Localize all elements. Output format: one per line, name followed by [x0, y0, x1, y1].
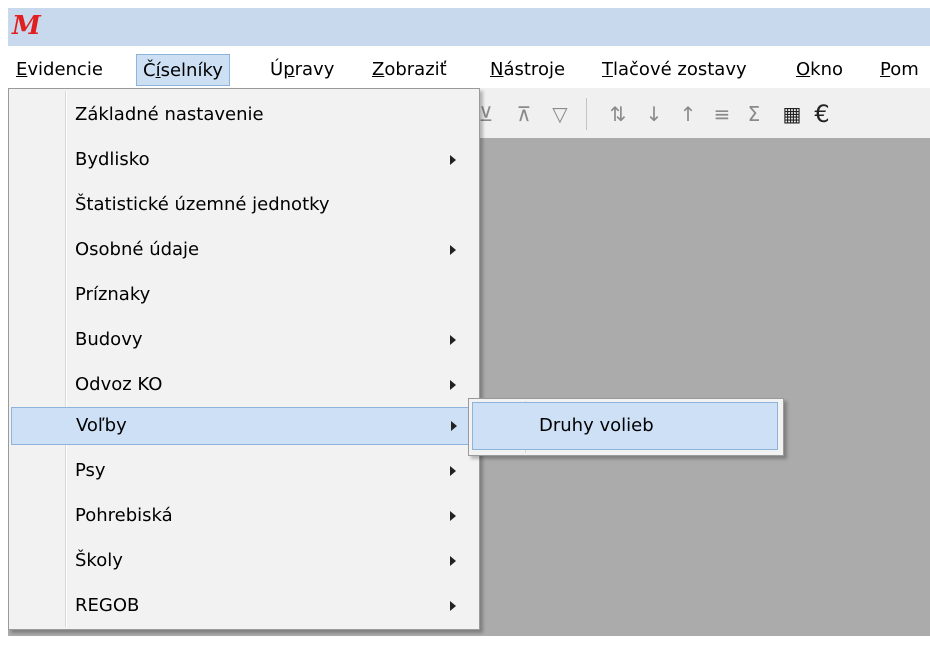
menu-item-label: Budovy	[75, 329, 143, 350]
submenu-arrow-icon	[450, 556, 456, 566]
submenu-arrow-icon	[450, 511, 456, 521]
sort-ascending-icon[interactable]: ⇅	[604, 100, 632, 128]
clear-filter-icon[interactable]: ⊼	[510, 100, 538, 128]
menu-label: kno	[810, 59, 844, 80]
menu-item-osobne-udaje[interactable]: Osobné údaje	[11, 231, 477, 269]
menu-item-bydlisko[interactable]: Bydlisko	[11, 141, 477, 179]
menu-item-regob[interactable]: REGOB	[11, 587, 477, 625]
menu-item-skoly[interactable]: Školy	[11, 542, 477, 580]
menu-item-budovy[interactable]: Budovy	[11, 321, 477, 359]
menu-item-pohrebiska[interactable]: Pohrebiská	[11, 497, 477, 535]
menu-item-label: Bydlisko	[75, 149, 150, 170]
menu-mnemonic: E	[16, 59, 28, 80]
submenu-arrow-icon	[450, 245, 456, 255]
menu-label: om	[890, 59, 919, 80]
menu-zobrazit[interactable]: Zobraziť	[366, 54, 453, 86]
menu-item-label: Osobné údaje	[75, 239, 200, 260]
menu-bar: Evidencie Číselníky Úpravy Zobraziť Nást…	[8, 46, 930, 88]
submenu-arrow-icon	[450, 155, 456, 165]
sort-za-icon[interactable]: ↑	[674, 100, 702, 128]
menu-label: Č	[143, 60, 156, 81]
sum-icon[interactable]: Σ	[740, 100, 768, 128]
menu-item-psy[interactable]: Psy	[11, 452, 477, 490]
submenu-arrow-icon	[450, 335, 456, 345]
menu-mnemonic: N	[490, 59, 504, 80]
menu-label: ravy	[294, 59, 335, 80]
submenu-arrow-icon	[450, 466, 456, 476]
submenu-arrow-icon	[450, 380, 456, 390]
calculator-icon[interactable]: ▦	[778, 100, 806, 128]
menu-item-druhy-volieb[interactable]: Druhy volieb	[472, 402, 778, 450]
menu-item-label: Príznaky	[75, 284, 151, 305]
submenu-arrow-icon	[451, 421, 457, 431]
title-bar: M	[8, 8, 930, 46]
menu-item-label: Druhy volieb	[539, 415, 654, 436]
filter-icon[interactable]: ▽	[546, 100, 574, 128]
menu-item-label: Školy	[75, 550, 123, 571]
menu-item-zakladne-nastavenie[interactable]: Základné nastavenie	[11, 96, 477, 134]
menu-mnemonic: Z	[372, 59, 385, 80]
menu-label: selníky	[160, 60, 223, 81]
menu-okno[interactable]: Okno	[790, 54, 849, 86]
menu-label: videncie	[27, 59, 103, 80]
menu-evidencie[interactable]: Evidencie	[10, 54, 109, 86]
menu-label: lačové zostavy	[613, 59, 747, 80]
menu-item-statisticke-uzemne-jednotky[interactable]: Štatistické územné jednotky	[11, 186, 477, 224]
menu-item-label: Pohrebiská	[75, 505, 173, 526]
toolbar-separator	[586, 98, 587, 130]
menu-item-volby[interactable]: Voľby	[11, 407, 477, 445]
ciselniky-dropdown: Základné nastavenie Bydlisko Štatistické…	[8, 88, 480, 630]
menu-label: obraziť	[384, 59, 447, 80]
menu-tlacove-zostavy[interactable]: Tlačové zostavy	[596, 54, 753, 86]
euro-icon[interactable]: €	[808, 100, 836, 128]
menu-label: ástroje	[503, 59, 566, 80]
app-logo-icon: M	[12, 11, 41, 41]
menu-label: Ú	[270, 59, 284, 80]
sort-az-icon[interactable]: ↓	[640, 100, 668, 128]
menu-upravy[interactable]: Úpravy	[264, 54, 340, 86]
menu-ciselniky[interactable]: Číselníky	[136, 54, 230, 86]
menu-item-priznaky[interactable]: Príznaky	[11, 276, 477, 314]
submenu-arrow-icon	[450, 601, 456, 611]
columns-icon[interactable]: ≡	[708, 100, 736, 128]
menu-item-label: Štatistické územné jednotky	[75, 194, 330, 215]
menu-nastroje[interactable]: Nástroje	[484, 54, 571, 86]
menu-mnemonic: p	[283, 59, 295, 80]
menu-item-label: REGOB	[75, 595, 140, 616]
menu-pomoc[interactable]: Pom	[874, 54, 925, 86]
menu-mnemonic: P	[880, 59, 891, 80]
menu-mnemonic: T	[602, 59, 613, 80]
menu-item-label: Odvoz KO	[75, 374, 163, 395]
menu-item-label: Základné nastavenie	[75, 104, 264, 125]
menu-mnemonic: O	[796, 59, 811, 80]
menu-item-label: Psy	[75, 460, 106, 481]
volby-submenu: Druhy volieb	[468, 398, 784, 456]
menu-item-label: Voľby	[76, 415, 127, 436]
menu-item-odvoz-ko[interactable]: Odvoz KO	[11, 366, 477, 404]
